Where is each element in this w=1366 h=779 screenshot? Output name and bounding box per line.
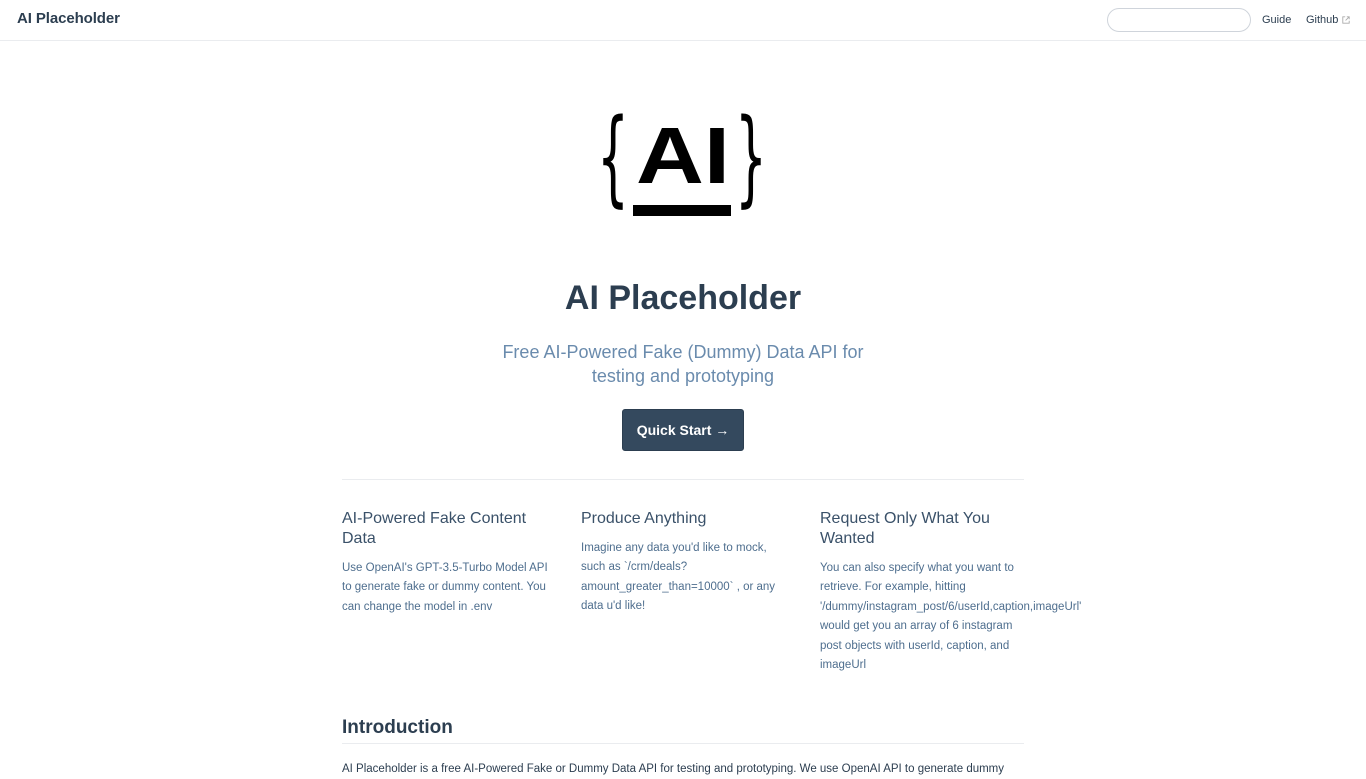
external-link-icon	[1342, 16, 1351, 24]
hero-description-line-1: Free AI-Powered Fake (Dummy) Data API fo…	[502, 342, 864, 362]
feature-description: Use OpenAI's GPT-3.5-Turbo Model API to …	[342, 562, 548, 613]
feature-title: AI-Powered Fake Content Data	[342, 510, 527, 547]
quick-start-button[interactable]: Quick Start →	[622, 409, 744, 451]
nav-link-guide[interactable]: Guide	[1262, 14, 1291, 26]
nav-link-github-label: Github	[1306, 14, 1339, 26]
feature-title: Produce Anything	[581, 510, 707, 527]
introduction-text: AI Placeholder is a free AI-Powered Fake…	[342, 763, 1005, 775]
feature-ai-powered: AI-Powered Fake Content Data Use OpenAI's…	[342, 506, 548, 617]
logo-right-brace: }	[735, 113, 767, 218]
feature-description: You can also specify what you want to re…	[820, 562, 1082, 672]
hero-title: AI Placeholder	[564, 279, 802, 317]
logo-left-brace: {	[597, 113, 629, 218]
logo-underline	[633, 205, 731, 216]
feature-request-only: Request Only What You Wanted You can also…	[820, 506, 1082, 675]
nav-link-github[interactable]: Github	[1306, 14, 1351, 26]
divider	[342, 479, 1024, 480]
search-input[interactable]	[1107, 8, 1251, 32]
divider	[342, 743, 1024, 744]
hero-logo: { AI }	[597, 113, 767, 218]
feature-title: Request Only What You Wanted	[820, 510, 990, 547]
introduction-heading: Introduction	[342, 717, 453, 738]
hero-description: Free AI-Powered Fake (Dummy) Data API fo…	[483, 340, 883, 388]
feature-produce-anything: Produce Anything Imagine any data you'd …	[581, 506, 786, 617]
logo-letters: AI	[636, 113, 730, 200]
site-brand[interactable]: AI Placeholder	[17, 10, 120, 27]
feature-description: Imagine any data you'd like to mock, suc…	[581, 542, 776, 613]
hero-description-line-2: testing and prototyping	[591, 366, 775, 386]
navbar: AI Placeholder Guide Github	[0, 0, 1366, 41]
